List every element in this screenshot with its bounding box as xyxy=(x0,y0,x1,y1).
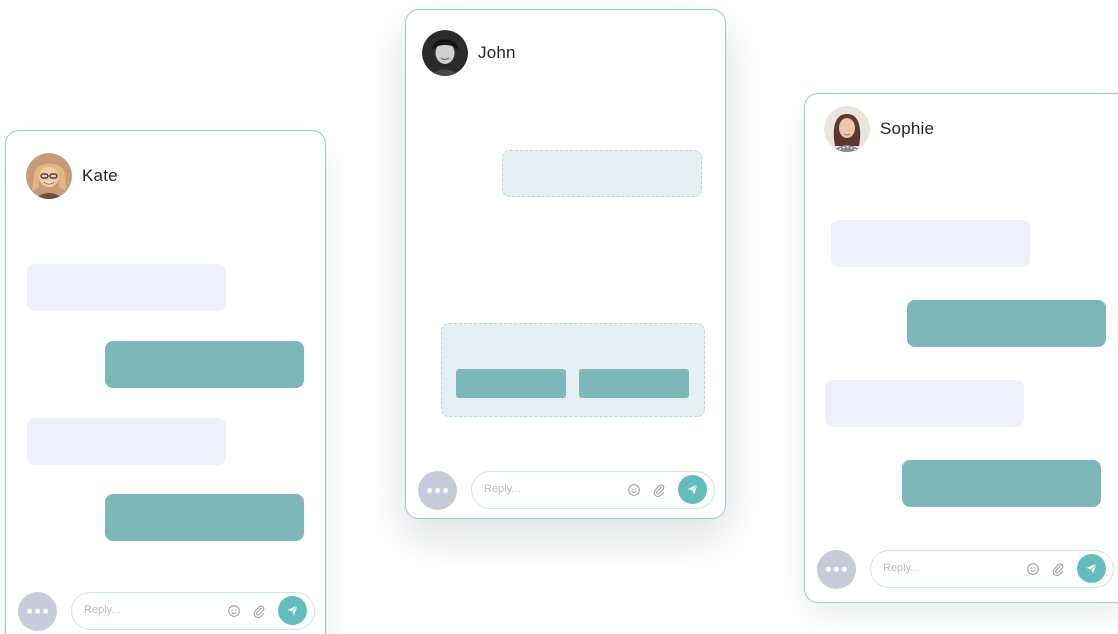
quick-reply-button[interactable] xyxy=(579,369,689,398)
attachment-icon[interactable] xyxy=(1051,562,1065,576)
message-bubble-incoming xyxy=(831,220,1030,267)
emoji-icon[interactable] xyxy=(627,483,641,497)
message-bubble-outgoing xyxy=(907,300,1106,347)
reply-placeholder: Reply... xyxy=(883,562,920,574)
typing-placeholder-bubble xyxy=(502,150,702,197)
action-card xyxy=(441,323,705,417)
emoji-icon[interactable] xyxy=(1026,562,1040,576)
attachment-icon[interactable] xyxy=(652,483,666,497)
message-bubble-incoming xyxy=(825,380,1024,427)
chat-card-john: John Reply... xyxy=(405,9,726,519)
reply-input[interactable]: Reply... xyxy=(71,592,315,630)
send-button[interactable] xyxy=(678,475,707,504)
contact-name: Sophie xyxy=(880,119,935,138)
message-bubble-outgoing xyxy=(105,341,304,388)
more-options-button[interactable] xyxy=(18,592,57,631)
avatar xyxy=(422,30,468,76)
avatar xyxy=(824,106,870,152)
more-options-button[interactable] xyxy=(817,550,856,589)
more-icon xyxy=(27,609,32,614)
message-bubble-outgoing xyxy=(902,460,1101,507)
reply-placeholder: Reply... xyxy=(84,604,121,616)
emoji-icon[interactable] xyxy=(227,604,241,618)
more-options-button[interactable] xyxy=(418,471,457,510)
chat-card-sophie: Sophie Reply... xyxy=(804,93,1118,603)
chat-header: John xyxy=(422,30,516,76)
more-icon xyxy=(826,567,831,572)
send-button[interactable] xyxy=(1077,554,1106,583)
send-button[interactable] xyxy=(278,596,307,625)
chat-card-kate: Kate Reply... xyxy=(5,130,326,634)
more-icon xyxy=(427,488,432,493)
avatar xyxy=(26,153,72,199)
reply-input[interactable]: Reply... xyxy=(471,471,715,509)
chat-header: Sophie xyxy=(824,106,934,152)
attachment-icon[interactable] xyxy=(252,604,266,618)
reply-input[interactable]: Reply... xyxy=(870,550,1114,588)
send-icon xyxy=(287,605,298,616)
contact-name: John xyxy=(478,43,516,62)
message-bubble-outgoing xyxy=(105,494,304,541)
send-icon xyxy=(687,484,698,495)
chat-header: Kate xyxy=(26,153,118,199)
message-bubble-incoming xyxy=(27,418,226,465)
send-icon xyxy=(1086,563,1097,574)
quick-reply-button[interactable] xyxy=(456,369,566,398)
contact-name: Kate xyxy=(82,166,118,185)
message-bubble-incoming xyxy=(27,264,226,311)
reply-placeholder: Reply... xyxy=(484,483,521,495)
